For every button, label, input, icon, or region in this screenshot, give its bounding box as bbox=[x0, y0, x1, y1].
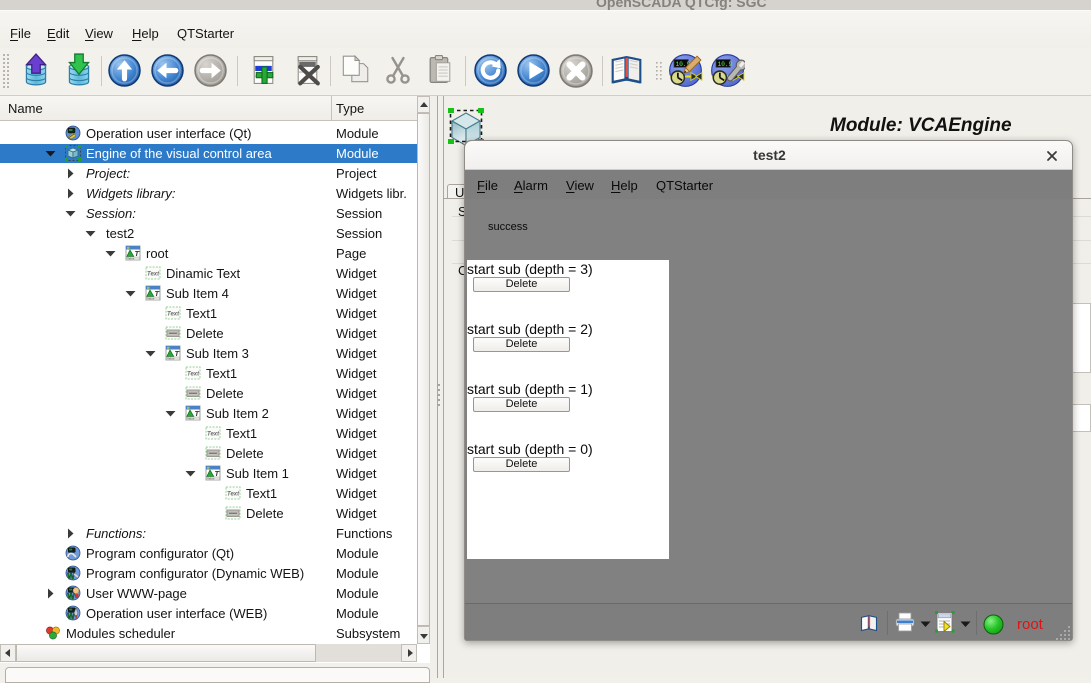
svg-text:Text: Text bbox=[207, 432, 220, 438]
svg-text:Text: Text bbox=[167, 312, 180, 318]
svg-text:Value: Value bbox=[167, 357, 175, 361]
svg-text:Value: Value bbox=[207, 477, 215, 481]
svg-text:W: W bbox=[67, 572, 75, 581]
svg-text:W: W bbox=[67, 592, 75, 601]
svg-text:10.9: 10.9 bbox=[718, 61, 733, 68]
svg-text:Value: Value bbox=[127, 257, 135, 261]
svg-text:Value: Value bbox=[147, 297, 155, 301]
svg-text:Text: Text bbox=[187, 372, 200, 378]
svg-text:Text: Text bbox=[147, 272, 160, 278]
svg-text:Value: Value bbox=[187, 417, 195, 421]
svg-text:Text: Text bbox=[227, 492, 240, 498]
